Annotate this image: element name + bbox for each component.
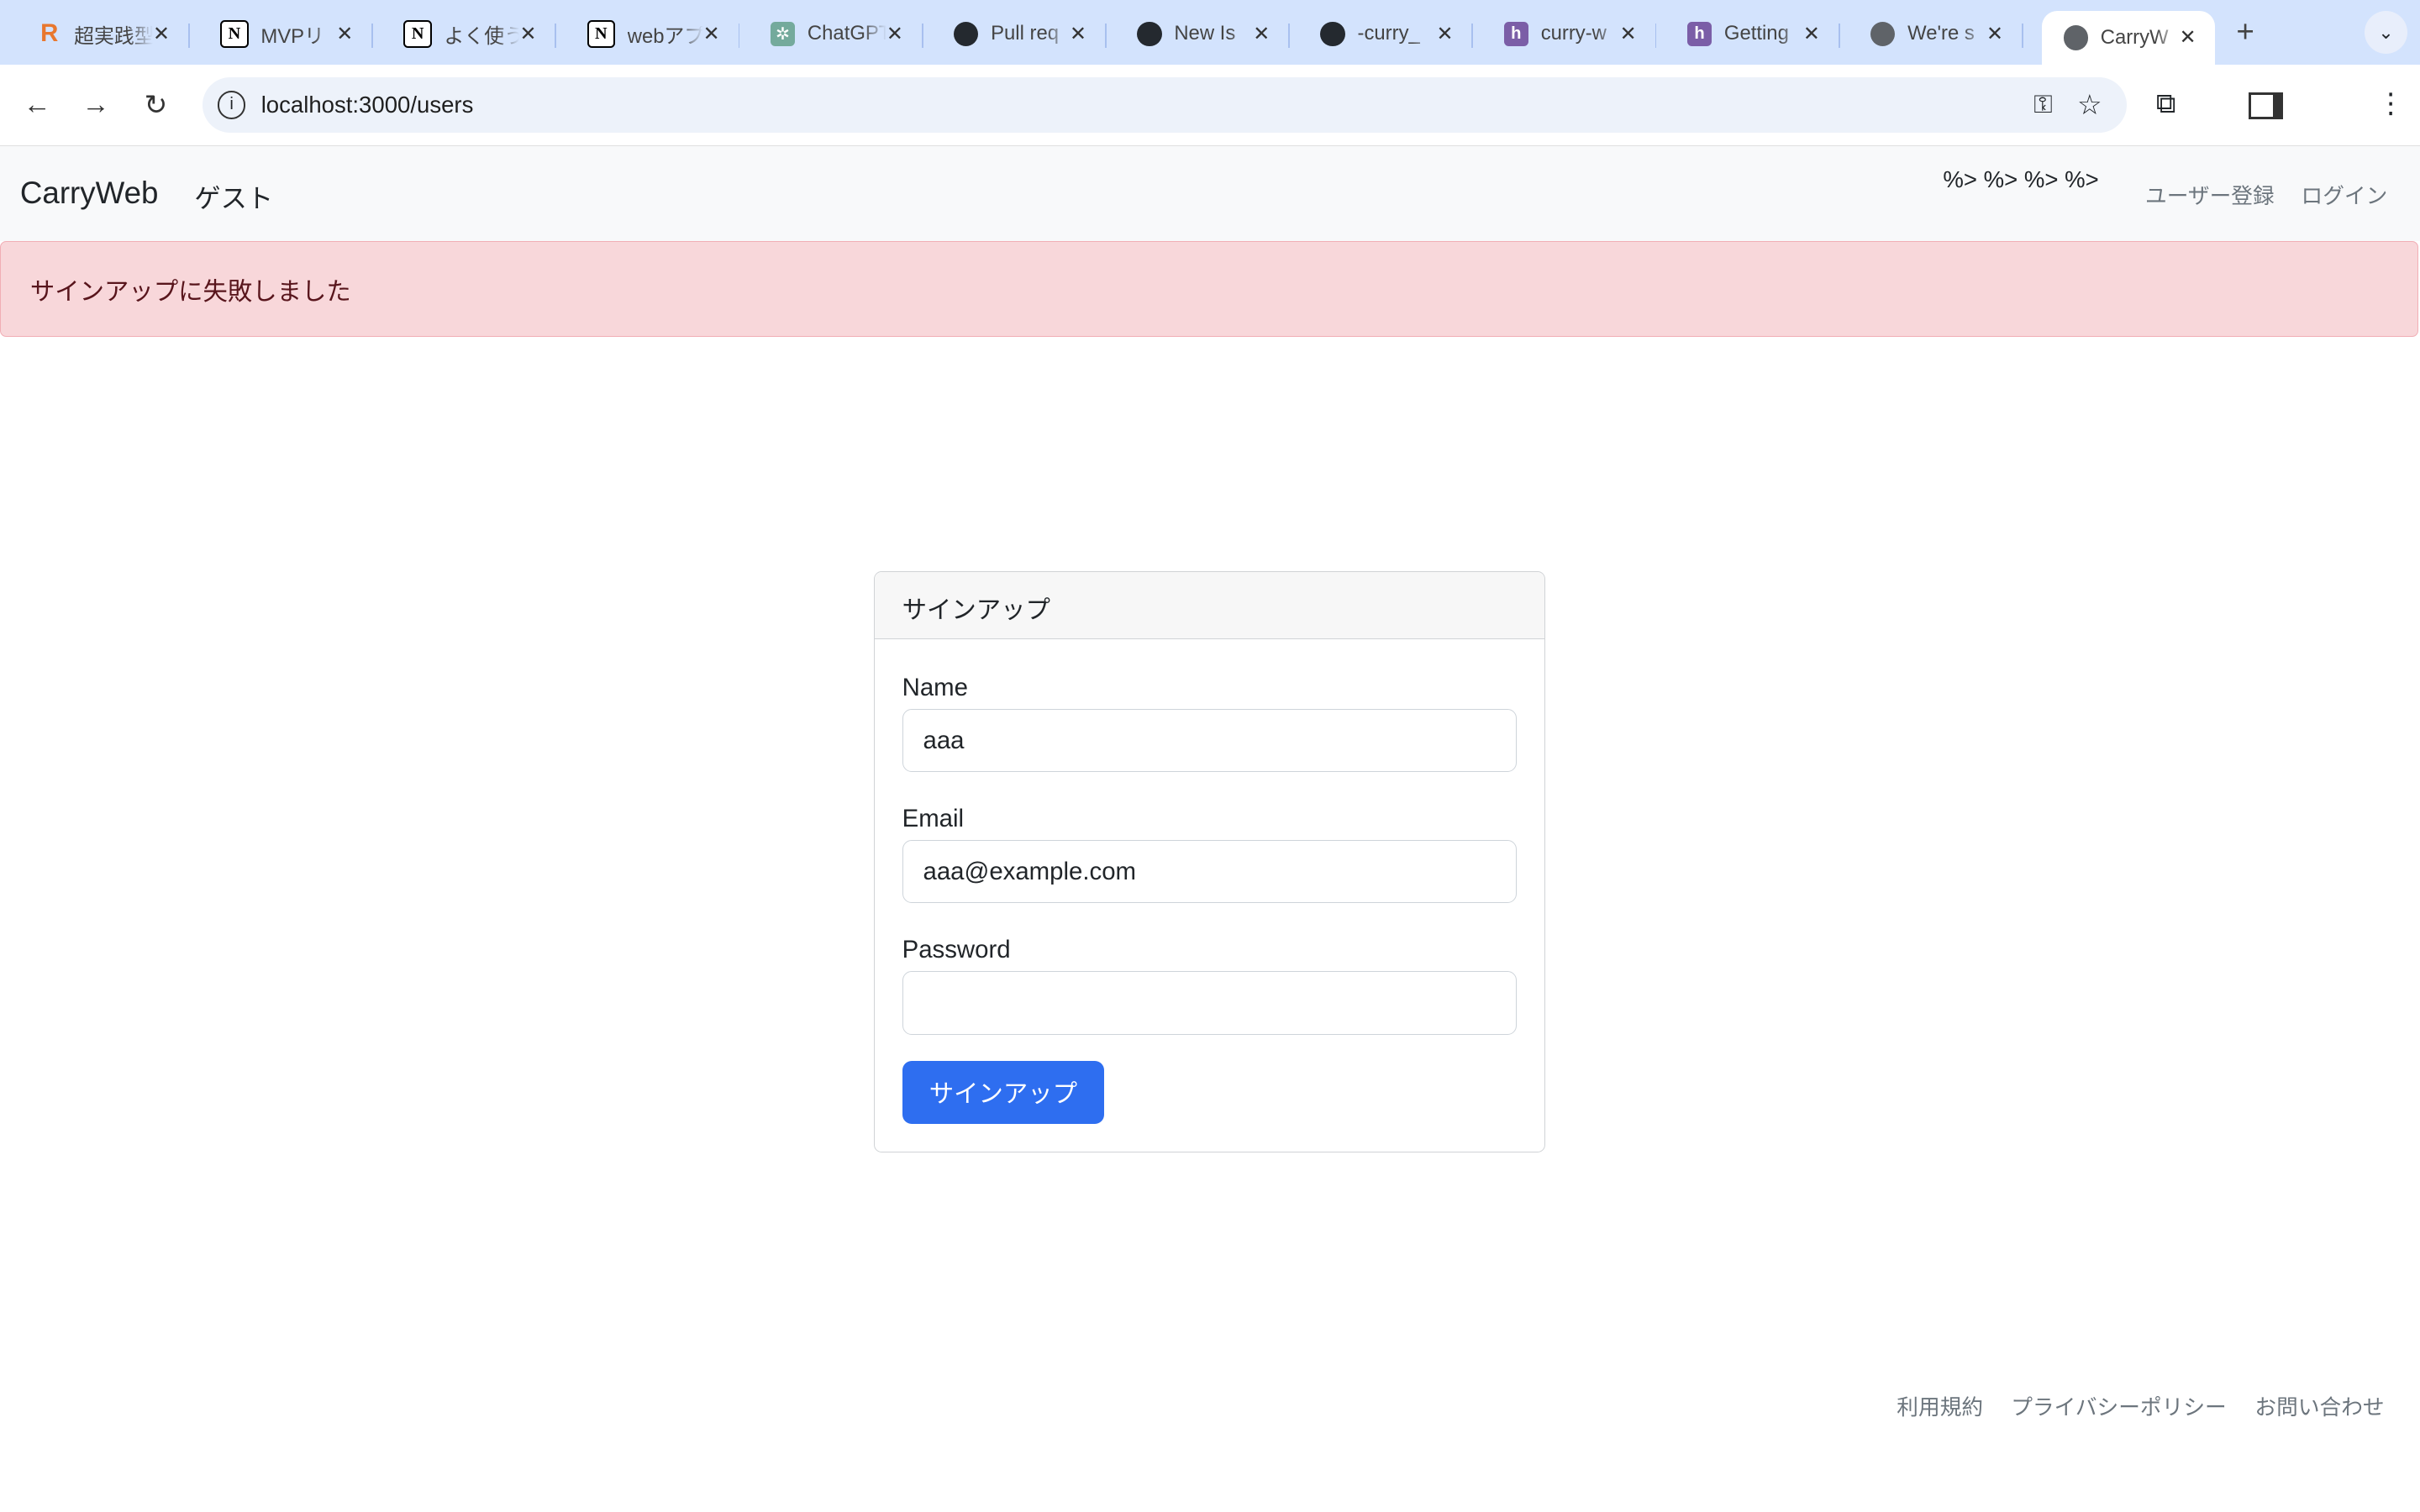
github-icon	[1320, 21, 1345, 47]
tab-title: CarryW	[2100, 25, 2169, 49]
github-icon	[954, 21, 979, 47]
close-tab-icon[interactable]: ✕	[1620, 22, 1637, 46]
close-tab-icon[interactable]: ✕	[2180, 25, 2196, 50]
tab-title: Getting	[1723, 22, 1789, 45]
close-tab-icon[interactable]: ✕	[1253, 22, 1270, 46]
heroku-icon: h	[1503, 21, 1529, 47]
brand-link[interactable]: CarryWeb	[20, 176, 159, 211]
chatgpt-icon: ✲	[770, 21, 796, 47]
tab-title: よく使う	[444, 24, 520, 48]
nav-signup-link[interactable]: ユーザー登録	[2145, 179, 2275, 210]
browser-tab[interactable]: New Is ✕	[1116, 11, 1291, 57]
password-key-icon[interactable]: ⚿	[2033, 91, 2052, 119]
footer-privacy-link[interactable]: プライバシーポリシー	[2011, 1390, 2227, 1421]
notion-icon: N	[220, 19, 249, 49]
tab-title: 超実践型	[74, 24, 154, 48]
address-bar[interactable]: i localhost:3000/users ⚿ ☆	[202, 76, 2127, 133]
github-icon	[1137, 21, 1162, 47]
bookmark-star-icon[interactable]: ☆	[2077, 88, 2102, 122]
password-label: Password	[902, 936, 1011, 964]
close-tab-icon[interactable]: ✕	[1986, 22, 2003, 46]
back-icon[interactable]: ←	[15, 89, 58, 121]
error-alert: サインアップに失敗しました	[0, 240, 2419, 337]
nav-login-link[interactable]: ログイン	[2302, 179, 2388, 210]
email-input[interactable]	[902, 840, 1517, 904]
browser-tab[interactable]: We're s ✕	[1849, 11, 2023, 57]
forward-icon[interactable]: →	[74, 89, 117, 121]
close-tab-icon[interactable]: ✕	[336, 22, 353, 46]
tab-strip: R 超実践型 ✕ N MVPリ ✕ N よく使う ✕ Nwebアプ ✕ ✲ ChatGPT ✕ Pull r…	[0, 0, 2420, 66]
tab-title: New Is	[1174, 22, 1236, 45]
browser-tab[interactable]: h curry-w ✕	[1482, 11, 1657, 57]
tab-title: ChatGPT	[807, 22, 886, 45]
reload-icon[interactable]: ↻	[134, 88, 177, 122]
browser-tab[interactable]: Pull req ✕	[932, 11, 1107, 57]
name-input[interactable]	[902, 709, 1517, 773]
browser-tab[interactable]: ✲ ChatGPT ✕	[749, 11, 923, 57]
globe-icon	[2063, 25, 2089, 50]
signup-submit-button[interactable]: サインアップ	[902, 1060, 1105, 1125]
side-panel-icon[interactable]	[2249, 92, 2283, 119]
r-logo-icon: R	[40, 19, 59, 48]
menu-icon[interactable]: ⋮	[2377, 87, 2405, 120]
browser-tab[interactable]: N よく使う ✕	[382, 11, 557, 57]
globe-icon	[1870, 21, 1896, 47]
close-tab-icon[interactable]: ✕	[1070, 22, 1086, 46]
browser-tab[interactable]: -curry_ ✕	[1299, 11, 1474, 57]
tab-title: -curry_	[1357, 22, 1420, 45]
close-tab-icon[interactable]: ✕	[886, 22, 903, 46]
alert-message: サインアップに失敗しました	[29, 278, 351, 307]
close-tab-icon[interactable]: ✕	[1436, 22, 1453, 46]
footer-contact-link[interactable]: お問い合わせ	[2254, 1390, 2384, 1421]
browser-tab[interactable]: R 超実践型 ✕	[15, 11, 190, 57]
current-user: ゲスト	[194, 184, 274, 214]
card-title: サインアップ	[874, 571, 1544, 640]
browser-tab[interactable]: Nwebアプ ✕	[566, 11, 740, 57]
browser-tab[interactable]: h Getting ✕	[1665, 11, 1840, 57]
stray-template-text: %> %> %> %>	[1943, 166, 2099, 193]
password-input[interactable]	[902, 971, 1517, 1035]
new-tab-button[interactable]: +	[2236, 14, 2254, 50]
close-tab-icon[interactable]: ✕	[153, 22, 170, 46]
close-tab-icon[interactable]: ✕	[703, 22, 720, 46]
signup-card: サインアップ Name Email Password サインアップ	[873, 570, 1545, 1153]
close-tab-icon[interactable]: ✕	[1803, 22, 1820, 46]
site-info-icon[interactable]: i	[217, 91, 246, 119]
tab-title: MVPリ	[260, 24, 324, 48]
tab-title: curry-w	[1540, 22, 1607, 45]
tab-title: Pull req	[991, 22, 1060, 45]
notion-icon: N	[587, 19, 616, 49]
site-navbar: CarryWeb ゲスト %> %> %> %> ユーザー登録 ログイン	[0, 146, 2420, 241]
name-label: Name	[902, 673, 968, 701]
tab-title: webアプ	[627, 24, 703, 48]
url-text[interactable]: localhost:3000/users	[261, 92, 474, 118]
browser-tab[interactable]: N MVPリ ✕	[199, 11, 374, 57]
footer-terms-link[interactable]: 利用規約	[1897, 1390, 1983, 1421]
extensions-icon[interactable]: ⧉	[2156, 88, 2176, 120]
browser-tab[interactable]: CarryW ✕	[2041, 10, 2215, 66]
email-label: Email	[902, 804, 965, 832]
heroku-icon: h	[1686, 21, 1712, 47]
tab-title: We're s	[1907, 22, 1975, 45]
close-tab-icon[interactable]: ✕	[519, 22, 536, 46]
notion-icon: N	[403, 19, 432, 49]
